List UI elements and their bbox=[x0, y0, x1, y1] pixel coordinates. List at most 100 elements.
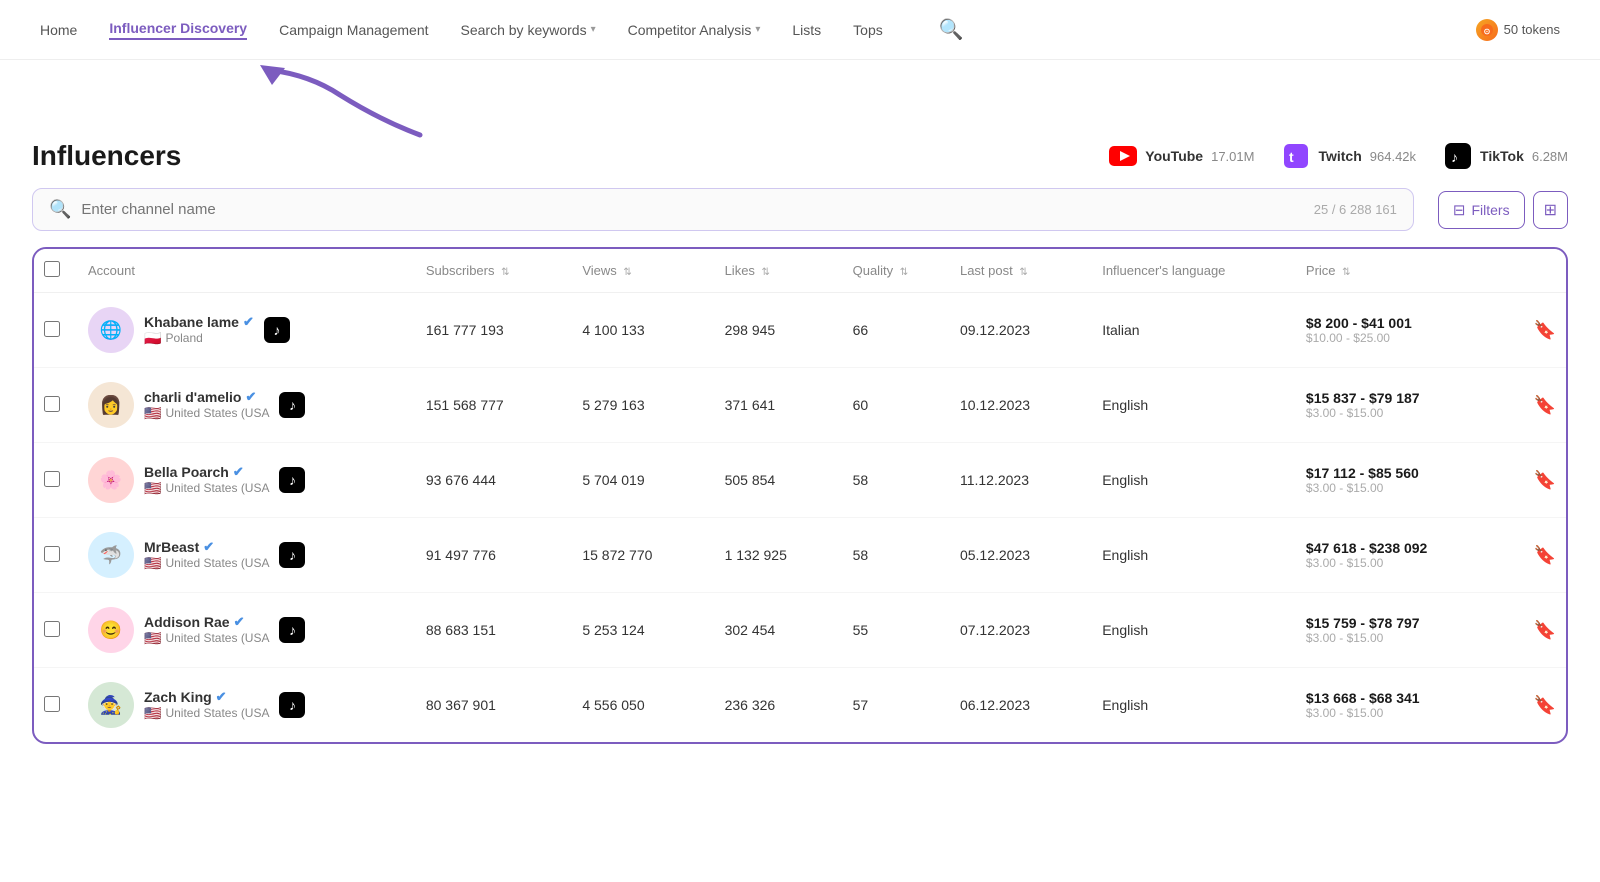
bookmark-cell[interactable]: 🔖 bbox=[1524, 443, 1566, 518]
col-header-price[interactable]: Price ⇅ bbox=[1296, 249, 1524, 293]
nav-campaign-management[interactable]: Campaign Management bbox=[279, 22, 428, 38]
subscribers-cell: 151 568 777 bbox=[416, 368, 572, 443]
filters-button[interactable]: ⊟ Filters bbox=[1438, 191, 1525, 229]
bookmark-cell[interactable]: 🔖 bbox=[1524, 518, 1566, 593]
subscribers-cell: 88 683 151 bbox=[416, 593, 572, 668]
table-row: 🌸 Bella Poarch ✔ 🇺🇸 United States (USA ♪… bbox=[34, 443, 1566, 518]
account-name: Zach King ✔ bbox=[144, 689, 269, 705]
col-header-last-post[interactable]: Last post ⇅ bbox=[950, 249, 1092, 293]
row-checkbox[interactable] bbox=[44, 396, 60, 412]
account-country: 🇺🇸 United States (USA bbox=[144, 705, 269, 722]
row-checkbox[interactable] bbox=[44, 471, 60, 487]
col-header-likes[interactable]: Likes ⇅ bbox=[715, 249, 843, 293]
youtube-label: YouTube bbox=[1145, 148, 1203, 164]
quality-cell: 57 bbox=[843, 668, 950, 743]
price-cell: $17 112 - $85 560 $3.00 - $15.00 bbox=[1296, 443, 1524, 518]
col-header-quality[interactable]: Quality ⇅ bbox=[843, 249, 950, 293]
row-checkbox[interactable] bbox=[44, 546, 60, 562]
likes-cell: 298 945 bbox=[715, 293, 843, 368]
views-cell: 5 279 163 bbox=[572, 368, 714, 443]
bookmark-cell[interactable]: 🔖 bbox=[1524, 368, 1566, 443]
nav-tops[interactable]: Tops bbox=[853, 22, 883, 38]
account-info: MrBeast ✔ 🇺🇸 United States (USA bbox=[144, 539, 269, 572]
bookmark-cell[interactable]: 🔖 bbox=[1524, 668, 1566, 743]
search-count: 25 / 6 288 161 bbox=[1314, 202, 1397, 217]
filter-lines-icon: ⊟ bbox=[1453, 201, 1466, 219]
nav-competitor-analysis[interactable]: Competitor Analysis ▾ bbox=[628, 22, 761, 38]
twitch-badge[interactable]: t Twitch 964.42k bbox=[1282, 142, 1416, 170]
account-country: 🇺🇸 United States (USA bbox=[144, 405, 269, 422]
col-header-subscribers[interactable]: Subscribers ⇅ bbox=[416, 249, 572, 293]
tiktok-count: 6.28M bbox=[1532, 149, 1568, 164]
navigation: Home Influencer Discovery Campaign Manag… bbox=[0, 0, 1600, 60]
bookmark-cell[interactable]: 🔖 bbox=[1524, 293, 1566, 368]
likes-cell: 505 854 bbox=[715, 443, 843, 518]
price-main: $47 618 - $238 092 bbox=[1306, 540, 1514, 556]
avatar: 🌐 bbox=[88, 307, 134, 353]
nav-lists[interactable]: Lists bbox=[792, 22, 821, 38]
svg-text:♪: ♪ bbox=[1451, 149, 1458, 165]
arrow-icon bbox=[200, 60, 460, 140]
platform-tiktok-icon: ♪ bbox=[264, 317, 290, 343]
views-cell: 4 100 133 bbox=[572, 293, 714, 368]
influencer-table: Account Subscribers ⇅ Views ⇅ Likes ⇅ Qu… bbox=[34, 249, 1566, 742]
influencer-table-wrap: Account Subscribers ⇅ Views ⇅ Likes ⇅ Qu… bbox=[0, 247, 1600, 744]
account-info: Addison Rae ✔ 🇺🇸 United States (USA bbox=[144, 614, 269, 647]
language-cell: English bbox=[1092, 593, 1296, 668]
platform-tiktok-icon: ♪ bbox=[279, 692, 305, 718]
sort-icon: ⇅ bbox=[501, 267, 509, 278]
sort-icon: ⇅ bbox=[900, 267, 908, 278]
sort-icon: ⇅ bbox=[762, 267, 770, 278]
nav-influencer-discovery[interactable]: Influencer Discovery bbox=[109, 20, 247, 40]
twitch-label: Twitch bbox=[1318, 148, 1361, 164]
price-cell: $15 837 - $79 187 $3.00 - $15.00 bbox=[1296, 368, 1524, 443]
avatar: 😊 bbox=[88, 607, 134, 653]
subscribers-cell: 91 497 776 bbox=[416, 518, 572, 593]
likes-cell: 302 454 bbox=[715, 593, 843, 668]
settings-filter-button[interactable]: ⊞ bbox=[1533, 191, 1568, 229]
quality-cell: 55 bbox=[843, 593, 950, 668]
verified-icon: ✔ bbox=[245, 389, 256, 405]
youtube-count: 17.01M bbox=[1211, 149, 1254, 164]
price-cell: $13 668 - $68 341 $3.00 - $15.00 bbox=[1296, 668, 1524, 743]
youtube-badge[interactable]: YouTube 17.01M bbox=[1109, 142, 1254, 170]
price-main: $13 668 - $68 341 bbox=[1306, 690, 1514, 706]
flag-icon: 🇺🇸 bbox=[144, 705, 161, 722]
arrow-decoration bbox=[0, 60, 1600, 140]
last-post-cell: 09.12.2023 bbox=[950, 293, 1092, 368]
price-main: $15 759 - $78 797 bbox=[1306, 615, 1514, 631]
select-all-checkbox[interactable] bbox=[44, 261, 60, 277]
row-checkbox[interactable] bbox=[44, 621, 60, 637]
last-post-cell: 06.12.2023 bbox=[950, 668, 1092, 743]
price-sub: $3.00 - $15.00 bbox=[1306, 631, 1514, 645]
col-header-bookmark bbox=[1524, 249, 1566, 293]
account-country: 🇺🇸 United States (USA bbox=[144, 480, 269, 497]
quality-cell: 58 bbox=[843, 518, 950, 593]
bookmark-icon[interactable]: 🔖 bbox=[1534, 695, 1556, 715]
account-cell: 🧙 Zach King ✔ 🇺🇸 United States (USA ♪ bbox=[88, 682, 406, 728]
account-info: charli d'amelio ✔ 🇺🇸 United States (USA bbox=[144, 389, 269, 422]
bookmark-icon[interactable]: 🔖 bbox=[1534, 470, 1556, 490]
bookmark-icon[interactable]: 🔖 bbox=[1534, 320, 1556, 340]
account-name: Bella Poarch ✔ bbox=[144, 464, 269, 480]
price-main: $17 112 - $85 560 bbox=[1306, 465, 1514, 481]
quality-cell: 60 bbox=[843, 368, 950, 443]
bookmark-cell[interactable]: 🔖 bbox=[1524, 593, 1566, 668]
bookmark-icon[interactable]: 🔖 bbox=[1534, 620, 1556, 640]
nav-home[interactable]: Home bbox=[40, 22, 77, 38]
tiktok-badge[interactable]: ♪ TikTok 6.28M bbox=[1444, 142, 1568, 170]
row-checkbox[interactable] bbox=[44, 696, 60, 712]
bookmark-icon[interactable]: 🔖 bbox=[1534, 395, 1556, 415]
page-header: Influencers YouTube 17.01M t Twitch 964.… bbox=[0, 140, 1600, 188]
language-cell: English bbox=[1092, 443, 1296, 518]
row-checkbox[interactable] bbox=[44, 321, 60, 337]
search-input[interactable] bbox=[81, 201, 1303, 218]
quality-cell: 66 bbox=[843, 293, 950, 368]
search-icon[interactable]: 🔍 bbox=[939, 17, 964, 42]
nav-search-by-keywords[interactable]: Search by keywords ▾ bbox=[461, 22, 596, 38]
language-cell: Italian bbox=[1092, 293, 1296, 368]
sort-icon: ⇅ bbox=[1019, 267, 1027, 278]
bookmark-icon[interactable]: 🔖 bbox=[1534, 545, 1556, 565]
tiktok-label: TikTok bbox=[1480, 148, 1524, 164]
col-header-views[interactable]: Views ⇅ bbox=[572, 249, 714, 293]
